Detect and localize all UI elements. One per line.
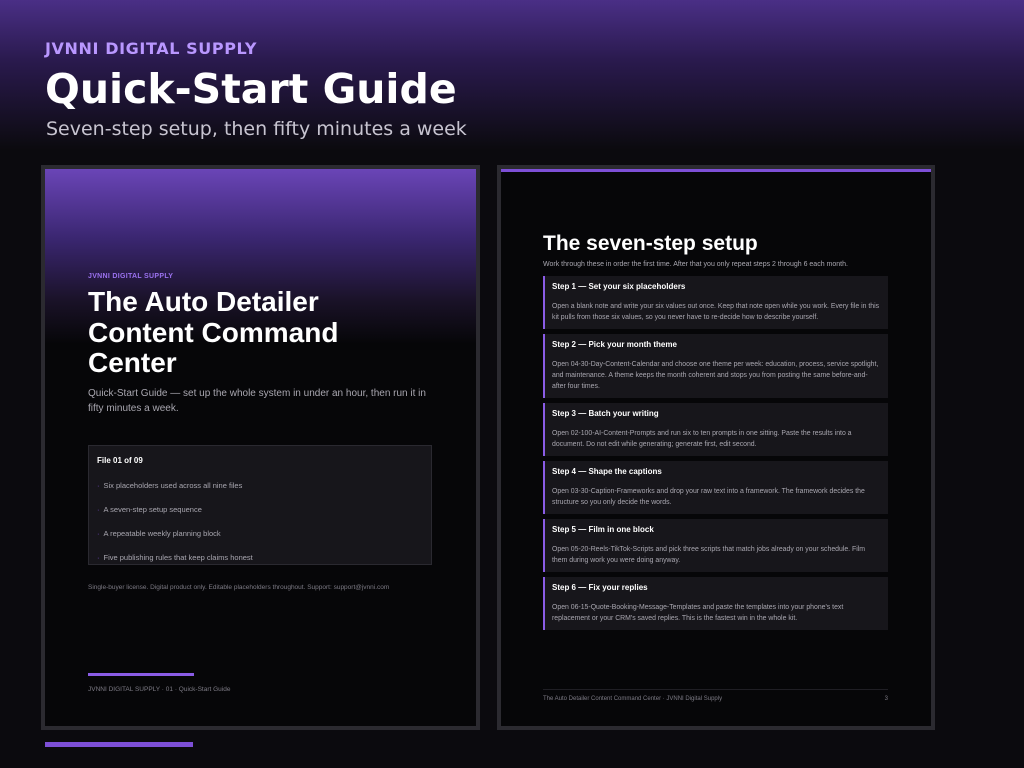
step-body: Open 05-20-Reels-TikTok-Scripts and pick… [552, 546, 866, 564]
cover-brand-label: JVNNI DIGITAL SUPPLY [88, 273, 174, 280]
list-item: · A seven-step setup sequence [97, 505, 423, 529]
page-title: Quick-Start Guide [45, 65, 457, 113]
file-summary-box: File 01 of 09 · Six placeholders used acr… [88, 445, 432, 565]
page-number: 3 [884, 696, 888, 702]
step-card: Step 5 — Film in one block Open 05-20-Re… [543, 519, 888, 572]
page-accent-bar [501, 169, 931, 172]
step-card: Step 3 — Batch your writing Open 02-100-… [543, 403, 888, 456]
bottom-accent-bar [45, 742, 193, 747]
bullet-icon: · [97, 553, 100, 562]
setup-page-preview: The seven-step setup Work through these … [497, 165, 935, 730]
footer-divider [543, 689, 888, 690]
bullet-icon: · [97, 529, 100, 538]
file-contents-list: · Six placeholders used across all nine f… [97, 481, 423, 577]
list-item: · Six placeholders used across all nine f… [97, 481, 423, 505]
step-body: Open a blank note and write your six val… [552, 303, 880, 321]
step-card: Step 6 — Fix your replies Open 06-15-Quo… [543, 577, 888, 630]
step-card: Step 2 — Pick your month theme Open 04-3… [543, 334, 888, 398]
setup-title: The seven-step setup [543, 232, 758, 255]
list-item: · A repeatable weekly planning block [97, 529, 423, 553]
step-title: Step 6 — Fix your replies [552, 583, 648, 592]
license-note: Single-buyer license. Digital product on… [88, 584, 390, 591]
bullet-icon: · [97, 505, 100, 514]
cover-title: The Auto Detailer Content Command Center [88, 286, 339, 378]
cover-page-preview: JVNNI DIGITAL SUPPLY The Auto Detailer C… [41, 165, 480, 730]
setup-intro: Work through these in order the first ti… [543, 261, 848, 268]
list-item: · Five publishing rules that keep claims … [97, 553, 423, 577]
brand-label: JVNNI DIGITAL SUPPLY [45, 39, 258, 58]
step-body: Open 02-100-AI-Content-Prompts and run s… [552, 430, 852, 448]
page-subtitle: Seven-step setup, then fifty minutes a w… [46, 118, 467, 140]
cover-description: Quick-Start Guide — set up the whole sys… [88, 388, 426, 414]
file-label: File 01 of 09 [97, 456, 143, 465]
cover-footer: JVNNI DIGITAL SUPPLY · 01 · Quick-Start … [88, 686, 231, 693]
steps-list: Step 1 — Set your six placeholders Open … [543, 276, 888, 635]
footer-text: The Auto Detailer Content Command Center… [543, 696, 723, 702]
page-footer: The Auto Detailer Content Command Center… [543, 696, 888, 702]
step-title: Step 3 — Batch your writing [552, 409, 659, 418]
step-card: Step 4 — Shape the captions Open 03-30-C… [543, 461, 888, 514]
cover-accent-bar [88, 673, 194, 676]
step-title: Step 2 — Pick your month theme [552, 340, 677, 349]
step-body: Open 03-30-Caption-Frameworks and drop y… [552, 488, 865, 506]
step-card: Step 1 — Set your six placeholders Open … [543, 276, 888, 329]
bullet-icon: · [97, 481, 100, 490]
step-title: Step 5 — Film in one block [552, 525, 654, 534]
step-body: Open 06-15-Quote-Booking-Message-Templat… [552, 604, 844, 622]
step-title: Step 4 — Shape the captions [552, 467, 662, 476]
step-title: Step 1 — Set your six placeholders [552, 282, 686, 291]
step-body: Open 04-30-Day-Content-Calendar and choo… [552, 361, 879, 390]
